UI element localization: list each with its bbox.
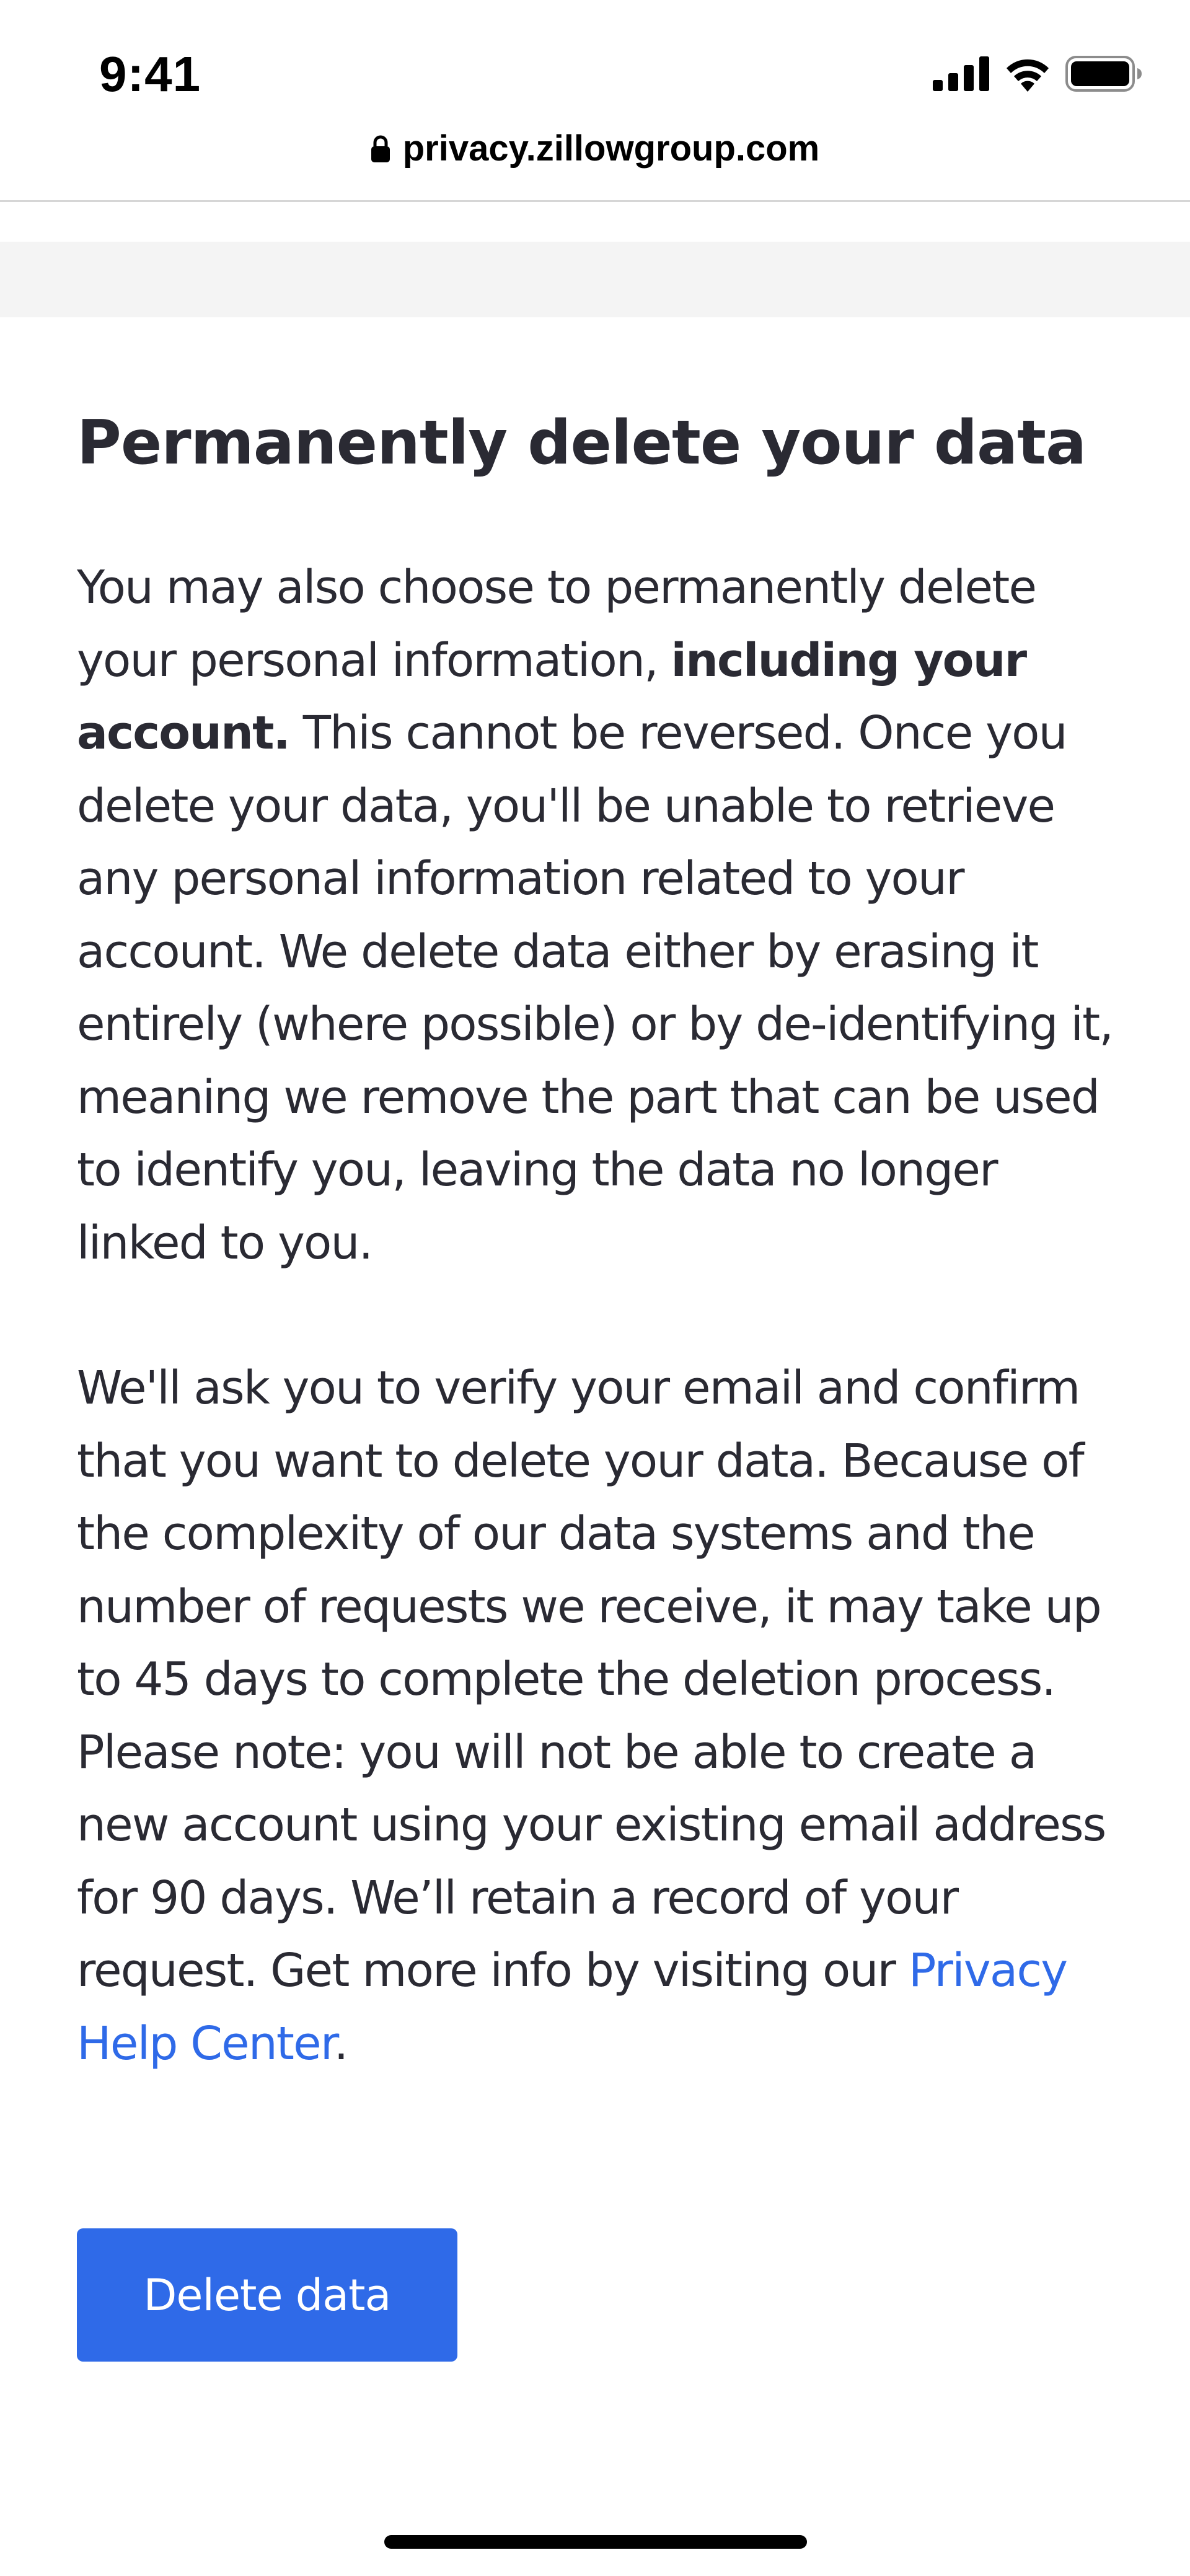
status-bar: 9:41 (0, 0, 1190, 136)
deletion-process-paragraph: We'll ask you to verify your email and c… (77, 1352, 1130, 2080)
deletion-description-paragraph: You may also choose to permanently delet… (77, 552, 1130, 1280)
paragraph-process-text: We'll ask you to verify your email and c… (77, 1361, 1106, 1997)
delete-data-section: Permanently delete your data You may als… (77, 397, 1130, 2080)
address-bar[interactable]: privacy.zillowgroup.com (0, 121, 1190, 177)
status-icons (933, 53, 1142, 94)
paragraph-end-text: . (333, 2016, 349, 2070)
paragraph-rest-text: This cannot be reversed. Once you delete… (77, 706, 1114, 1270)
page-title: Permanently delete your data (77, 408, 1086, 478)
cellular-signal-icon (933, 56, 989, 91)
battery-icon (1065, 56, 1142, 92)
lock-icon (371, 135, 390, 162)
status-time: 9:41 (99, 46, 201, 102)
home-indicator[interactable] (384, 2535, 807, 2549)
url-text[interactable]: privacy.zillowgroup.com (403, 124, 820, 174)
delete-data-button[interactable]: Delete data (77, 2228, 457, 2362)
wifi-icon (1007, 59, 1049, 92)
divider (0, 200, 1190, 202)
section-separator-band (0, 242, 1190, 317)
